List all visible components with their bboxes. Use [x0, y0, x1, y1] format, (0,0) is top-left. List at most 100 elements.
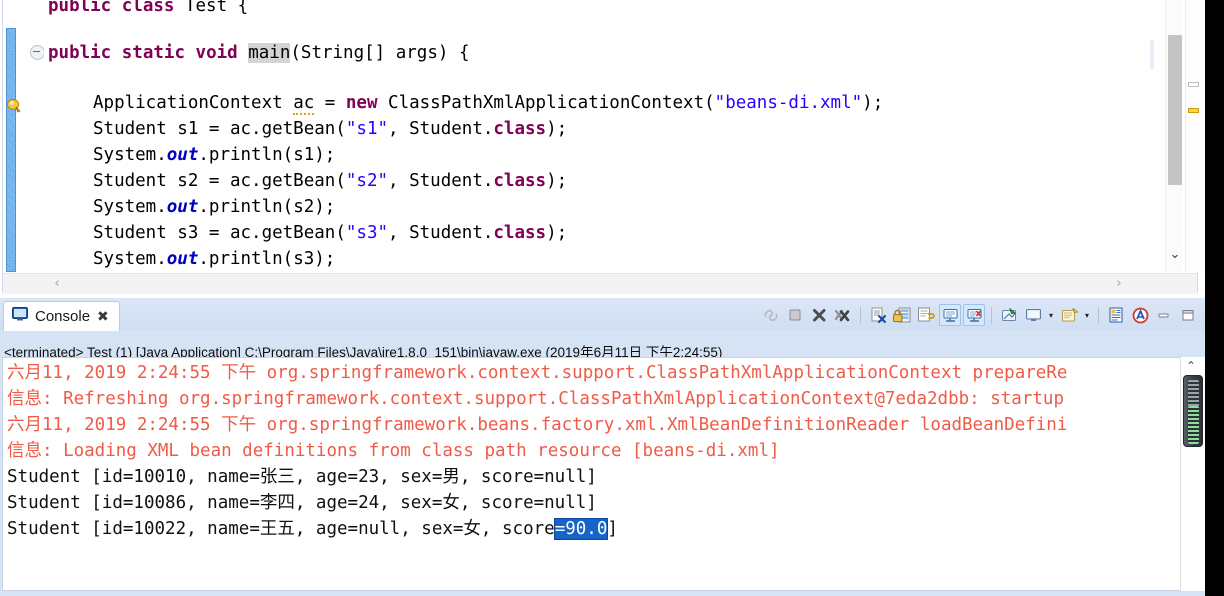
display-console-dropdown-arrow[interactable]: ▾: [1046, 304, 1056, 326]
scroll-up-icon[interactable]: ⌃: [1186, 359, 1196, 373]
code-token: Test {: [184, 0, 249, 16]
tab-console-label: Console: [35, 308, 91, 325]
selected-text[interactable]: =90.0: [553, 518, 609, 540]
code-token: );: [546, 223, 568, 243]
console-text: ]: [607, 519, 618, 539]
clear-console-icon[interactable]: [867, 304, 889, 326]
code-token: out: [166, 145, 199, 165]
code-line[interactable]: System.out.println(s1);: [93, 145, 335, 165]
scrollbar-grip-lower: [1188, 406, 1199, 444]
code-token: , Student.: [388, 223, 494, 243]
close-icon[interactable]: ✖: [97, 310, 109, 324]
code-line[interactable]: ApplicationContext ac = new ClassPathXml…: [93, 93, 884, 115]
changed-lines-indicator: [6, 28, 16, 272]
show-console-on-error-icon[interactable]: [963, 304, 985, 326]
scroll-down-icon[interactable]: ⌄: [1168, 248, 1182, 262]
word-wrap-icon[interactable]: [915, 304, 937, 326]
screen-edge-filler: [1205, 0, 1224, 596]
collapse-method-icon[interactable]: [30, 45, 45, 60]
console-scrollbar-thumb[interactable]: [1183, 375, 1203, 447]
code-line[interactable]: Student s3 = ac.getBean("s3", Student.cl…: [93, 223, 567, 243]
console-tab-row: Console ✖ ▾ ▾: [0, 298, 1205, 331]
console-output-area[interactable]: 六月11, 2019 2:24:55 下午 org.springframewor…: [2, 357, 1180, 591]
code-token: class: [121, 0, 185, 16]
editor-annotation-ruler[interactable]: [3, 0, 31, 272]
display-selected-console-icon[interactable]: [1022, 304, 1044, 326]
remove-all-terminated-icon[interactable]: [832, 304, 854, 326]
warning-marker-icon[interactable]: [5, 96, 23, 114]
code-token: out: [166, 249, 199, 269]
code-token: , Student.: [388, 171, 494, 191]
link-with-debug-view-icon[interactable]: [760, 304, 782, 326]
editor-overview-ruler[interactable]: [1185, 0, 1202, 272]
console-output-line[interactable]: 六月11, 2019 2:24:55 下午 org.springframewor…: [7, 360, 1067, 386]
code-token: main: [248, 43, 291, 63]
scroll-left-icon[interactable]: ‹: [49, 276, 65, 292]
code-token: public: [48, 0, 122, 16]
code-token: "s1": [345, 119, 389, 139]
code-token: ClassPathXmlApplicationContext(: [388, 93, 715, 113]
code-token: .println(s3);: [198, 249, 336, 269]
pin-console-icon[interactable]: [998, 304, 1020, 326]
code-token: );: [546, 119, 568, 139]
open-console-icon[interactable]: [1058, 304, 1080, 326]
editor-horizontal-scrollbar[interactable]: ‹ ›: [3, 273, 1197, 294]
code-token: );: [862, 93, 884, 113]
code-line[interactable]: System.out.println(s3);: [93, 249, 335, 269]
scroll-right-icon[interactable]: ›: [1111, 276, 1127, 292]
code-line[interactable]: public static void main(String[] args) {: [48, 43, 470, 63]
console-output-line[interactable]: 六月11, 2019 2:24:55 下午 org.springframewor…: [7, 412, 1067, 438]
code-token: "s2": [345, 171, 389, 191]
code-token: Student s1 = ac.getBean(: [93, 119, 346, 139]
view-menu-icon[interactable]: [1105, 304, 1127, 326]
toolbar-separator-2: [991, 306, 992, 324]
code-token: , Student.: [388, 119, 494, 139]
overview-marker-info[interactable]: [1188, 82, 1199, 87]
console-output-line[interactable]: Student [id=10010, name=张三, age=23, sex=…: [7, 464, 597, 490]
code-line[interactable]: System.out.println(s2);: [93, 197, 335, 217]
editor-scrollbar-thumb[interactable]: [1168, 35, 1182, 185]
code-token: System.: [93, 249, 167, 269]
editor-folding-ruler[interactable]: [28, 0, 45, 272]
tab-console[interactable]: Console ✖: [3, 301, 120, 331]
terminate-icon[interactable]: [784, 304, 806, 326]
console-output-line[interactable]: Student [id=10022, name=王五, age=null, se…: [7, 516, 618, 542]
console-output-line[interactable]: 信息: Refreshing org.springframework.conte…: [7, 386, 1064, 412]
code-token: new: [345, 93, 389, 113]
java-editor-pane: public class Test {public static void ma…: [0, 0, 1205, 297]
alt-view-icon[interactable]: [1129, 304, 1151, 326]
code-token: ac: [293, 93, 315, 115]
code-token: System.: [93, 145, 167, 165]
code-token: (String[] args) {: [290, 43, 470, 63]
minimize-icon[interactable]: [1153, 304, 1175, 326]
console-output-line[interactable]: 信息: Loading XML bean definitions from cl…: [7, 438, 780, 464]
console-vertical-scrollbar[interactable]: ⌃: [1180, 357, 1205, 591]
eclipse-workbench: public class Test {public static void ma…: [0, 0, 1205, 596]
remove-launch-icon[interactable]: [808, 304, 830, 326]
editor-vertical-scrollbar[interactable]: ⌄: [1165, 0, 1183, 272]
code-line[interactable]: Student s1 = ac.getBean("s1", Student.cl…: [93, 119, 567, 139]
console-icon: [12, 307, 28, 326]
code-token: "beans-di.xml": [714, 93, 863, 113]
code-token: Student s2 = ac.getBean(: [93, 171, 346, 191]
editor-hscrollbar-thumb[interactable]: [65, 276, 1105, 292]
code-line[interactable]: public class Test {: [48, 0, 248, 16]
toolbar-separator: [860, 306, 861, 324]
code-token: );: [546, 171, 568, 191]
code-text-area[interactable]: public class Test {public static void ma…: [44, 0, 1150, 272]
code-token: static: [121, 43, 196, 63]
console-output-line[interactable]: Student [id=10086, name=李四, age=24, sex=…: [7, 490, 597, 516]
console-text: Student [id=10022, name=王五, age=null, se…: [7, 519, 555, 539]
overview-marker-warning[interactable]: [1188, 108, 1199, 113]
console-toolbar: ▾ ▾: [760, 302, 1199, 328]
code-token: .println(s2);: [198, 197, 336, 217]
code-token: "s3": [345, 223, 389, 243]
code-token: class: [493, 171, 547, 191]
code-token: out: [166, 197, 199, 217]
open-console-dropdown-arrow[interactable]: ▾: [1082, 304, 1092, 326]
code-token: void: [195, 43, 249, 63]
scroll-lock-icon[interactable]: [891, 304, 913, 326]
maximize-icon[interactable]: [1177, 304, 1199, 326]
show-console-on-output-icon[interactable]: [939, 304, 961, 326]
code-line[interactable]: Student s2 = ac.getBean("s2", Student.cl…: [93, 171, 567, 191]
